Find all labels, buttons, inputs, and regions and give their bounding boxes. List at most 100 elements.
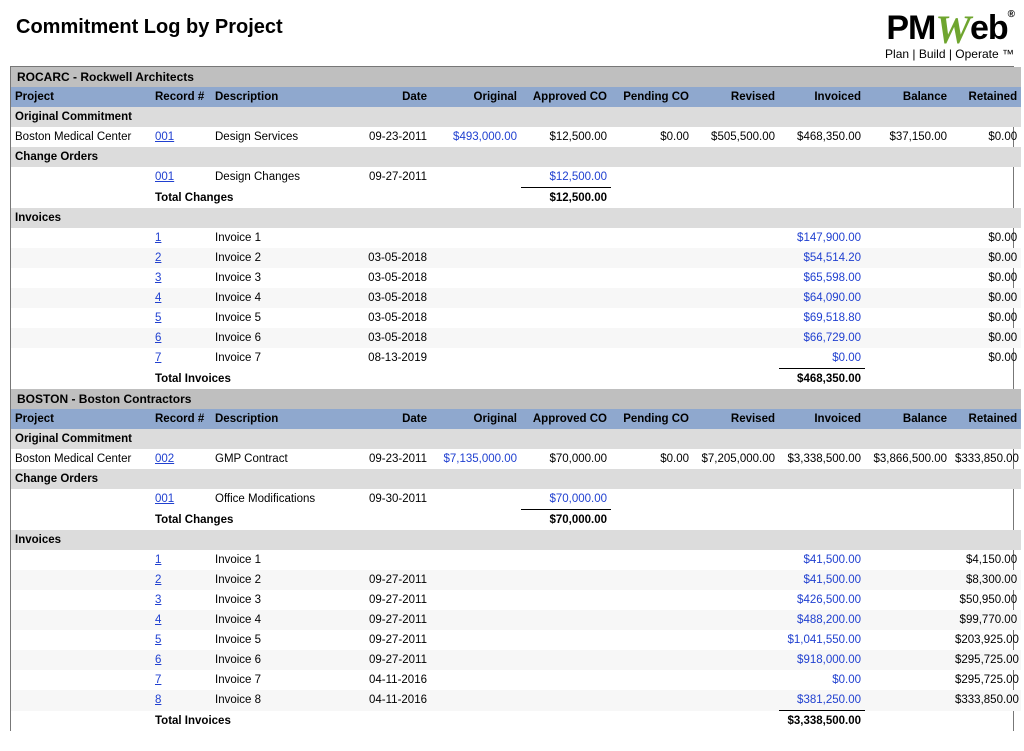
- invoice-invoiced-link[interactable]: $69,518.80: [779, 308, 865, 328]
- invoice-invoiced-link[interactable]: $64,090.00: [779, 288, 865, 308]
- invoice-record-link[interactable]: 1: [151, 228, 211, 248]
- col-balance: Balance: [865, 87, 951, 107]
- invoice-date: 09-27-2011: [351, 630, 431, 650]
- commitment-record-link[interactable]: 001: [151, 127, 211, 147]
- section-invoices: Invoices: [11, 530, 1021, 550]
- invoice-retained: $0.00: [951, 268, 1021, 288]
- col-date: Date: [351, 409, 431, 429]
- commitment-original-link[interactable]: $493,000.00: [431, 127, 521, 147]
- change-approved-link[interactable]: $12,500.00: [521, 167, 611, 188]
- col-approved: Approved CO: [521, 409, 611, 429]
- invoice-retained: $203,925.00: [951, 630, 1021, 650]
- invoice-date: 04-11-2016: [351, 690, 431, 711]
- commitment-revised: $7,205,000.00: [693, 449, 779, 469]
- logo-reg: ®: [1008, 9, 1014, 20]
- invoice-date: 03-05-2018: [351, 308, 431, 328]
- commitment-balance: $3,866,500.00: [865, 449, 951, 469]
- invoice-invoiced-link[interactable]: $488,200.00: [779, 610, 865, 630]
- page-title: Commitment Log by Project: [16, 16, 283, 39]
- invoice-invoiced-link[interactable]: $1,041,550.00: [779, 630, 865, 650]
- commitment-record-link[interactable]: 002: [151, 449, 211, 469]
- invoice-record-link[interactable]: 4: [151, 288, 211, 308]
- invoice-description: Invoice 2: [211, 570, 351, 590]
- commitment-approved: $70,000.00: [521, 449, 611, 469]
- invoice-record-link[interactable]: 5: [151, 308, 211, 328]
- invoice-retained: $50,950.00: [951, 590, 1021, 610]
- invoice-description: Invoice 6: [211, 650, 351, 670]
- invoice-invoiced-link[interactable]: $381,250.00: [779, 690, 865, 711]
- section-original: Original Commitment: [11, 429, 1021, 449]
- invoice-record-link[interactable]: 3: [151, 590, 211, 610]
- col-invoiced: Invoiced: [779, 87, 865, 107]
- group-heading: ROCARC - Rockwell Architects: [11, 67, 1021, 87]
- invoice-description: Invoice 7: [211, 670, 351, 690]
- invoice-record-link[interactable]: 6: [151, 328, 211, 348]
- invoice-invoiced-link[interactable]: $0.00: [779, 670, 865, 690]
- col-revised: Revised: [693, 87, 779, 107]
- commitment-date: 09-23-2011: [351, 127, 431, 147]
- change-date: 09-27-2011: [351, 167, 431, 188]
- invoice-date: 03-05-2018: [351, 268, 431, 288]
- invoice-date: 09-27-2011: [351, 590, 431, 610]
- commitment-original-link[interactable]: $7,135,000.00: [431, 449, 521, 469]
- change-record-link[interactable]: 001: [151, 489, 211, 510]
- invoice-invoiced-link[interactable]: $918,000.00: [779, 650, 865, 670]
- commitment-description: GMP Contract: [211, 449, 351, 469]
- commitment-date: 09-23-2011: [351, 449, 431, 469]
- invoice-retained: $0.00: [951, 328, 1021, 348]
- invoice-date: 03-05-2018: [351, 288, 431, 308]
- invoice-record-link[interactable]: 7: [151, 348, 211, 369]
- commitment-retained: $333,850.00: [951, 449, 1021, 469]
- col-project: Project: [11, 409, 151, 429]
- section-original: Original Commitment: [11, 107, 1021, 127]
- invoice-retained: $0.00: [951, 288, 1021, 308]
- invoice-invoiced-link[interactable]: $65,598.00: [779, 268, 865, 288]
- invoice-invoiced-link[interactable]: $0.00: [779, 348, 865, 369]
- invoice-invoiced-link[interactable]: $41,500.00: [779, 570, 865, 590]
- invoice-invoiced-link[interactable]: $147,900.00: [779, 228, 865, 248]
- invoice-invoiced-link[interactable]: $54,514.20: [779, 248, 865, 268]
- invoice-date: 03-05-2018: [351, 248, 431, 268]
- total-invoices-label: Total Invoices: [151, 711, 351, 732]
- invoice-record-link[interactable]: 7: [151, 670, 211, 690]
- invoice-retained: $295,725.00: [951, 670, 1021, 690]
- invoice-retained: $0.00: [951, 228, 1021, 248]
- invoice-record-link[interactable]: 5: [151, 630, 211, 650]
- invoice-description: Invoice 1: [211, 550, 351, 570]
- total-changes-label: Total Changes: [151, 188, 351, 209]
- invoice-record-link[interactable]: 3: [151, 268, 211, 288]
- total-invoices-invoiced: $3,338,500.00: [779, 711, 865, 732]
- invoice-retained: $8,300.00: [951, 570, 1021, 590]
- change-approved-link[interactable]: $70,000.00: [521, 489, 611, 510]
- change-date: 09-30-2011: [351, 489, 431, 510]
- commitment-balance: $37,150.00: [865, 127, 951, 147]
- change-record-link[interactable]: 001: [151, 167, 211, 188]
- invoice-description: Invoice 4: [211, 288, 351, 308]
- invoice-description: Invoice 4: [211, 610, 351, 630]
- commitment-pending: $0.00: [611, 127, 693, 147]
- invoice-description: Invoice 7: [211, 348, 351, 369]
- commitment-project: Boston Medical Center: [11, 449, 151, 469]
- invoice-date: 08-13-2019: [351, 348, 431, 369]
- total-changes-approved: $70,000.00: [521, 510, 611, 531]
- invoice-record-link[interactable]: 8: [151, 690, 211, 711]
- invoice-description: Invoice 1: [211, 228, 351, 248]
- invoice-record-link[interactable]: 6: [151, 650, 211, 670]
- invoice-record-link[interactable]: 2: [151, 248, 211, 268]
- commitment-retained: $0.00: [951, 127, 1021, 147]
- invoice-invoiced-link[interactable]: $66,729.00: [779, 328, 865, 348]
- invoice-date: [351, 228, 431, 248]
- total-invoices-invoiced: $468,350.00: [779, 369, 865, 390]
- invoice-record-link[interactable]: 2: [151, 570, 211, 590]
- col-invoiced: Invoiced: [779, 409, 865, 429]
- invoice-invoiced-link[interactable]: $41,500.00: [779, 550, 865, 570]
- invoice-description: Invoice 6: [211, 328, 351, 348]
- invoice-record-link[interactable]: 4: [151, 610, 211, 630]
- invoice-date: 09-27-2011: [351, 610, 431, 630]
- section-invoices: Invoices: [11, 208, 1021, 228]
- invoice-invoiced-link[interactable]: $426,500.00: [779, 590, 865, 610]
- commitment-table: ROCARC - Rockwell ArchitectsProjectRecor…: [11, 67, 1021, 731]
- invoice-description: Invoice 3: [211, 590, 351, 610]
- logo-pm: PM: [886, 9, 935, 47]
- invoice-record-link[interactable]: 1: [151, 550, 211, 570]
